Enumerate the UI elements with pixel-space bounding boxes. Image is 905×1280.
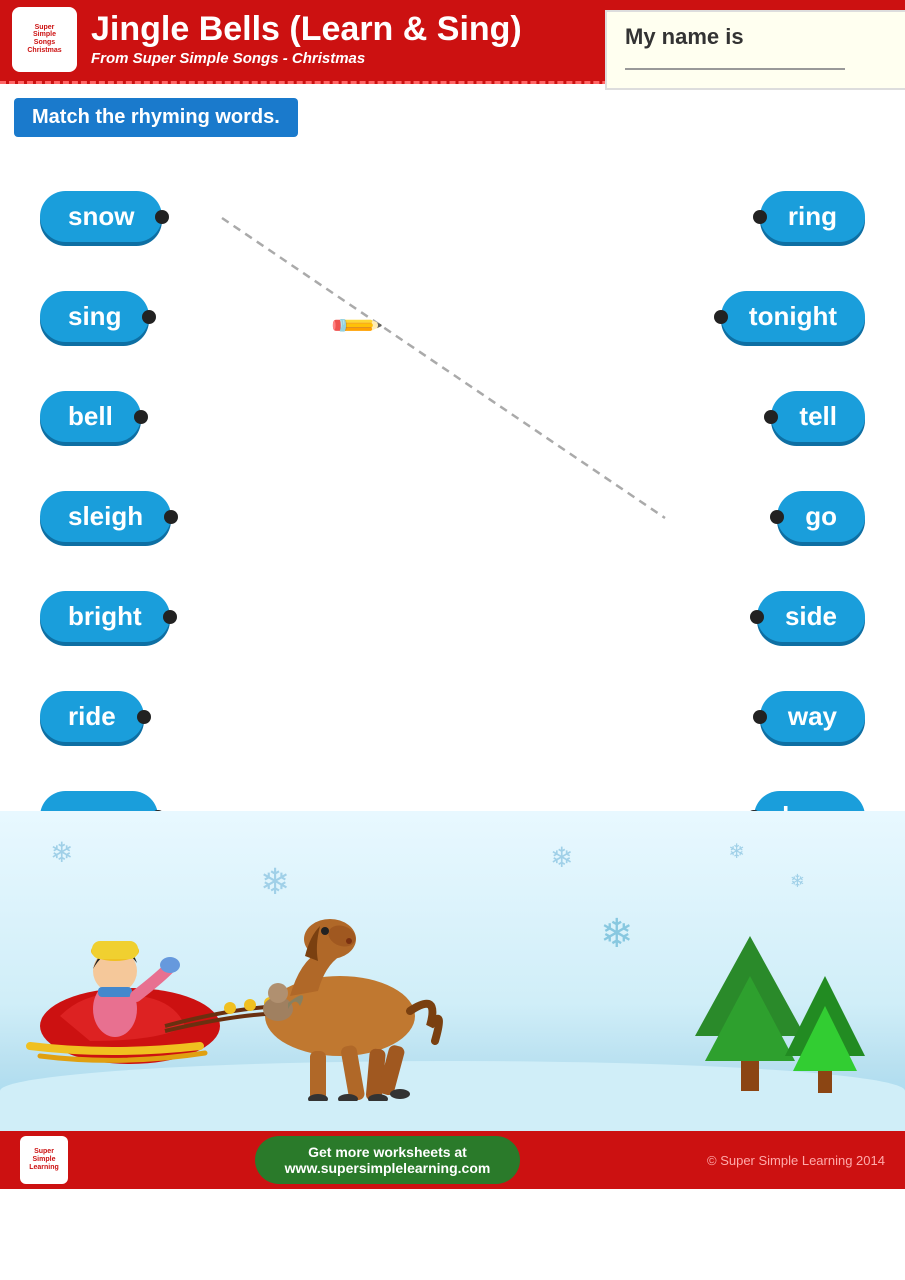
word-label: side xyxy=(785,601,837,632)
dot-go-left xyxy=(770,510,784,524)
word-pill-bell[interactable]: bell xyxy=(40,391,141,442)
dot-tonight-left xyxy=(714,310,728,324)
footer-logo-box: SuperSimpleLearning xyxy=(20,1136,68,1184)
word-label: bell xyxy=(68,401,113,432)
name-label: My name is xyxy=(625,24,887,50)
word-pill-ring[interactable]: ring xyxy=(760,191,865,242)
word-pill-sing[interactable]: sing xyxy=(40,291,149,342)
instructions-bar-wrapper: Match the rhyming words. xyxy=(0,84,905,151)
subtitle-bold: Super Simple Songs xyxy=(133,50,279,67)
dot-snow-right xyxy=(155,210,169,224)
matching-area: ✏️ snow sing bell sleigh bright ride son… xyxy=(0,151,905,811)
subtitle-suffix: - Christmas xyxy=(279,50,366,67)
tree-2 xyxy=(785,976,865,1093)
word-pill-tonight[interactable]: tonight xyxy=(721,291,865,342)
dot-sleigh-right xyxy=(164,510,178,524)
footer: SuperSimpleLearning Get more worksheets … xyxy=(0,1131,905,1189)
word-pill-ride[interactable]: ride xyxy=(40,691,144,742)
dot-sing-right xyxy=(142,310,156,324)
name-box: My name is xyxy=(605,10,905,90)
snowflake-5: ❄ xyxy=(728,839,745,864)
word-label: bright xyxy=(68,601,142,632)
dot-bell-right xyxy=(134,410,148,424)
dot-side-left xyxy=(750,610,764,624)
snowflake-3: ❄ xyxy=(550,841,573,874)
word-label: ring xyxy=(788,201,837,232)
name-line xyxy=(625,68,845,70)
footer-get-more: Get more worksheets at xyxy=(285,1144,491,1160)
footer-center: Get more worksheets at www.supersimplele… xyxy=(255,1136,521,1184)
tree-trunk xyxy=(741,1061,759,1091)
dot-ride-right xyxy=(137,710,151,724)
tree-trunk xyxy=(818,1071,832,1093)
footer-url: www.supersimplelearning.com xyxy=(285,1160,491,1176)
illustration-area: ❄ ❄ ❄ ❄ ❄ ❄ xyxy=(0,811,905,1131)
sleigh-scene-svg xyxy=(10,831,530,1101)
instructions-text: Match the rhyming words. xyxy=(32,106,280,128)
word-label: tonight xyxy=(749,301,837,332)
word-pill-go[interactable]: go xyxy=(777,491,865,542)
word-label: go xyxy=(805,501,837,532)
tree-mid xyxy=(705,976,795,1061)
snow-go-line xyxy=(222,218,665,518)
dot-tell-left xyxy=(764,410,778,424)
snowflake-4: ❄ xyxy=(600,911,634,957)
snowflake-6: ❄ xyxy=(790,871,805,892)
header: SuperSimpleSongsChristmas Jingle Bells (… xyxy=(0,0,905,78)
tree-mid xyxy=(793,1006,857,1071)
logo-text: SuperSimpleSongsChristmas xyxy=(27,24,61,55)
word-label: sing xyxy=(68,301,121,332)
word-label: snow xyxy=(68,201,134,232)
word-pill-sleigh[interactable]: sleigh xyxy=(40,491,171,542)
word-pill-way[interactable]: way xyxy=(760,691,865,742)
pencil-icon: ✏️ xyxy=(327,297,385,355)
word-pill-tell[interactable]: tell xyxy=(771,391,865,442)
footer-logo-text: SuperSimpleLearning xyxy=(29,1148,59,1171)
word-pill-snow[interactable]: snow xyxy=(40,191,162,242)
instructions-bar: Match the rhyming words. xyxy=(14,98,298,137)
subtitle-prefix: From xyxy=(91,50,133,67)
logo-box: SuperSimpleSongsChristmas xyxy=(12,7,77,72)
dot-way-left xyxy=(753,710,767,724)
word-label: ride xyxy=(68,701,116,732)
dot-bright-right xyxy=(163,610,177,624)
dot-ring-left xyxy=(753,210,767,224)
word-pill-bright[interactable]: bright xyxy=(40,591,170,642)
footer-copyright: © Super Simple Learning 2014 xyxy=(707,1153,885,1168)
word-pill-side[interactable]: side xyxy=(757,591,865,642)
word-label: sleigh xyxy=(68,501,143,532)
footer-logo: SuperSimpleLearning xyxy=(20,1136,68,1184)
word-label: tell xyxy=(799,401,837,432)
word-label: way xyxy=(788,701,837,732)
